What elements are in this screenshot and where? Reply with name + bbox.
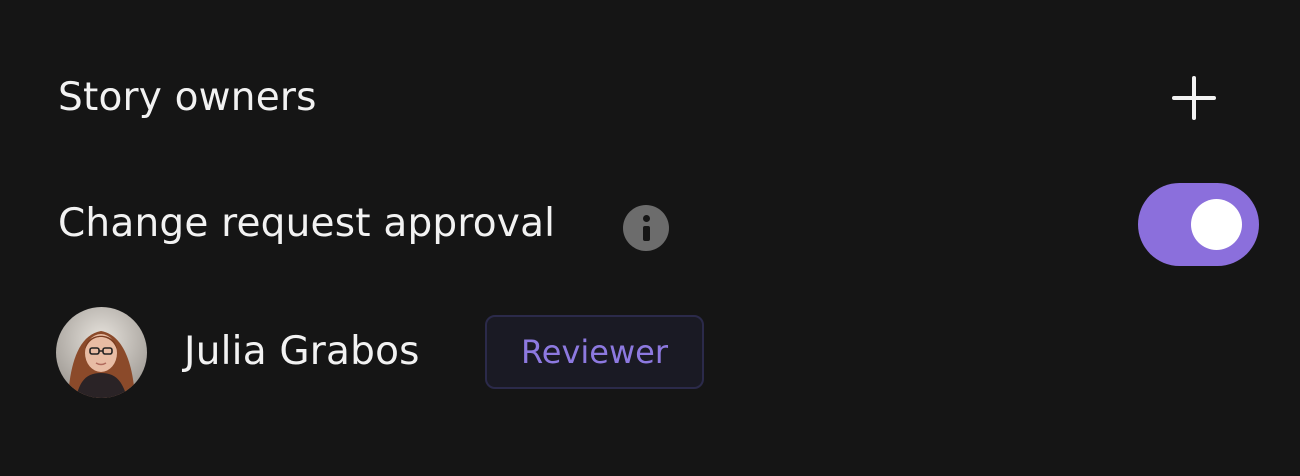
toggle-knob [1191, 199, 1242, 250]
plus-icon [1172, 76, 1216, 120]
change-request-approval-toggle[interactable] [1138, 183, 1259, 266]
change-request-approval-label: Change request approval [58, 201, 556, 246]
story-owners-title: Story owners [58, 75, 317, 120]
info-icon[interactable] [623, 205, 669, 251]
owner-name: Julia Grabos [184, 329, 420, 374]
role-badge: Reviewer [485, 315, 704, 389]
add-story-owner-button[interactable] [1166, 70, 1222, 126]
avatar [56, 307, 147, 398]
